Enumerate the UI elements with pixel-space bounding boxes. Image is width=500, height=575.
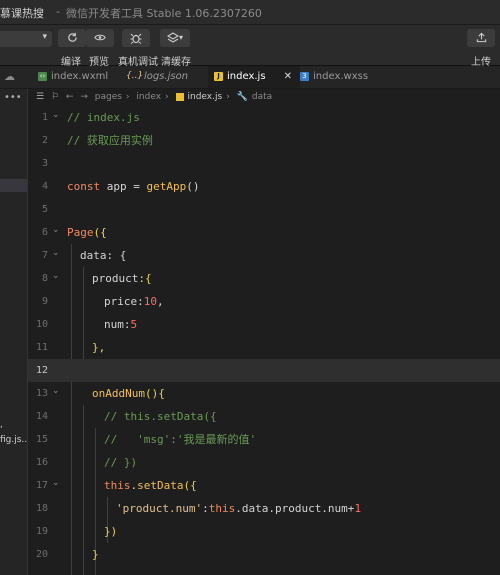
clear-cache-button[interactable]: ▾ [160, 29, 190, 47]
code-line[interactable]: 20 } [28, 543, 500, 566]
refresh-icon [67, 32, 77, 42]
line-number: 13 [35, 388, 48, 399]
tab-label: logs.json [144, 71, 189, 82]
code-line[interactable]: 5 [28, 198, 500, 221]
upload-icon [476, 32, 486, 43]
line-number: 5 [41, 204, 48, 215]
code-line[interactable]: 7 ⌄ data: { [28, 244, 500, 267]
fold-chevron-icon[interactable]: ⌄ [52, 382, 60, 400]
js-file-icon: J [214, 71, 223, 81]
back-arrow-icon[interactable]: ← [66, 92, 74, 102]
breadcrumb: ☰ ⚐ ← → pages › index › index.js › 🔧 data [28, 89, 500, 105]
fold-chevron-icon[interactable]: ⌄ [52, 221, 60, 239]
forward-arrow-icon[interactable]: → [80, 92, 88, 102]
project-name: 慕课热搜 [0, 7, 44, 20]
code-line[interactable]: 11 }, [28, 336, 500, 359]
code-line[interactable]: 2 // 获取应用实例 [28, 129, 500, 152]
toolbar: ▾ 编译 预览 真机调试 ▾ 清缓存 上传 [0, 25, 500, 68]
fold-chevron-icon[interactable]: ⌄ [52, 106, 60, 124]
wxml-file-icon: ‹› [38, 71, 47, 81]
eye-icon [94, 34, 106, 41]
code-line[interactable]: 13 ⌄ onAddNum(){ [28, 382, 500, 405]
list-icon[interactable]: ☰ [36, 92, 44, 102]
wrench-icon: 🔧 [236, 92, 248, 102]
line-number: 17 [35, 480, 48, 491]
code-line[interactable]: 17 ⌄ this.setData({ [28, 474, 500, 497]
line-number: 7 [41, 250, 48, 261]
preview-button[interactable] [86, 29, 114, 47]
tab-index-wxss[interactable]: 3 index.wxss [300, 66, 390, 88]
upload-button[interactable] [467, 29, 495, 47]
fold-chevron-icon[interactable]: ⌄ [52, 244, 60, 262]
debug-button[interactable] [122, 29, 150, 47]
tab-index-wxml[interactable]: ‹› index.wxml [38, 66, 136, 88]
js-file-icon [175, 92, 184, 101]
title-separator: - [56, 5, 60, 18]
line-number: 20 [35, 549, 48, 560]
tab-index-js[interactable]: Jindex.js ✕ [208, 66, 300, 88]
line-number: 9 [41, 296, 48, 307]
code-line[interactable]: 16 // }) [28, 451, 500, 474]
bug-icon [130, 33, 142, 44]
code-line[interactable]: 10 num:5 [28, 313, 500, 336]
breadcrumb-part[interactable]: index.js [188, 92, 223, 102]
code-line[interactable]: 14 // this.setData({ [28, 405, 500, 428]
code-editor[interactable]: 1 ⌄ // index.js 2 // 获取应用实例 3 4 const ap… [28, 106, 500, 575]
selected-file-row[interactable] [0, 179, 27, 192]
layers-icon [166, 32, 180, 43]
line-number: 19 [35, 526, 48, 537]
line-number: 10 [35, 319, 48, 330]
chevron-right-icon: › [226, 92, 230, 102]
current-code-line[interactable]: 12 [28, 359, 500, 382]
code-line[interactable]: 8 ⌄ product:{ [28, 267, 500, 290]
line-number: 14 [35, 411, 48, 422]
chevron-down-icon: ▾ [42, 32, 47, 42]
file-explorer: ••• , fig.js... [0, 89, 28, 575]
line-number: 12 [35, 365, 48, 376]
fold-chevron-icon[interactable]: ⌄ [52, 474, 60, 492]
tab-label: index.wxss [313, 71, 369, 82]
breadcrumb-part[interactable]: index [136, 92, 161, 102]
breadcrumb-part[interactable]: data [252, 92, 272, 102]
bookmark-icon[interactable]: ⚐ [51, 92, 59, 102]
file-item[interactable]: , [0, 420, 3, 430]
code-line[interactable]: 15 // 'msg':'我是最新的值' [28, 428, 500, 451]
wxss-file-icon: 3 [300, 71, 309, 81]
code-line[interactable]: 18 'product.num':this.data.product.num+1 [28, 497, 500, 520]
line-number: 16 [35, 457, 48, 468]
line-number: 8 [41, 273, 48, 284]
close-icon[interactable]: ✕ [284, 66, 292, 88]
line-number: 11 [35, 342, 48, 353]
title-bar: 慕课热搜 - 微信开发者工具 Stable 1.06.2307260 [0, 0, 500, 25]
tab-logs-json[interactable]: {..}logs.json [126, 66, 206, 88]
tab-label: index.wxml [51, 71, 109, 82]
app-title: 微信开发者工具 Stable 1.06.2307260 [66, 7, 262, 20]
code-line[interactable]: 4 const app = getApp() [28, 175, 500, 198]
chevron-right-icon: › [125, 92, 130, 102]
editor-tab-bar: ☁ ‹› index.wxml {..}logs.json Jindex.js ✕… [0, 66, 500, 89]
more-icon[interactable]: ••• [4, 92, 22, 103]
line-number: 1 [41, 112, 48, 123]
code-line[interactable]: 9 price:10, [28, 290, 500, 313]
line-number: 4 [41, 181, 48, 192]
compile-button[interactable] [58, 29, 86, 47]
code-line[interactable]: 19 }) [28, 520, 500, 543]
line-number: 18 [35, 503, 48, 514]
line-number: 2 [41, 135, 48, 146]
line-number: 3 [41, 158, 48, 169]
compile-mode-select[interactable]: ▾ [0, 31, 52, 47]
chevron-right-icon: › [165, 92, 169, 102]
tab-label: index.js [227, 71, 266, 82]
json-file-icon: {..} [126, 70, 144, 81]
file-item[interactable]: fig.js... [0, 435, 27, 445]
breadcrumb-part[interactable]: pages [95, 92, 122, 102]
code-line[interactable]: 3 [28, 152, 500, 175]
fold-chevron-icon[interactable]: ⌄ [52, 267, 60, 285]
line-number: 6 [41, 227, 48, 238]
code-line[interactable]: 1 ⌄ // index.js [28, 106, 500, 129]
cloud-icon[interactable]: ☁ [4, 70, 15, 83]
code-line[interactable]: 6 ⌄ Page({ [28, 221, 500, 244]
line-number: 15 [35, 434, 48, 445]
